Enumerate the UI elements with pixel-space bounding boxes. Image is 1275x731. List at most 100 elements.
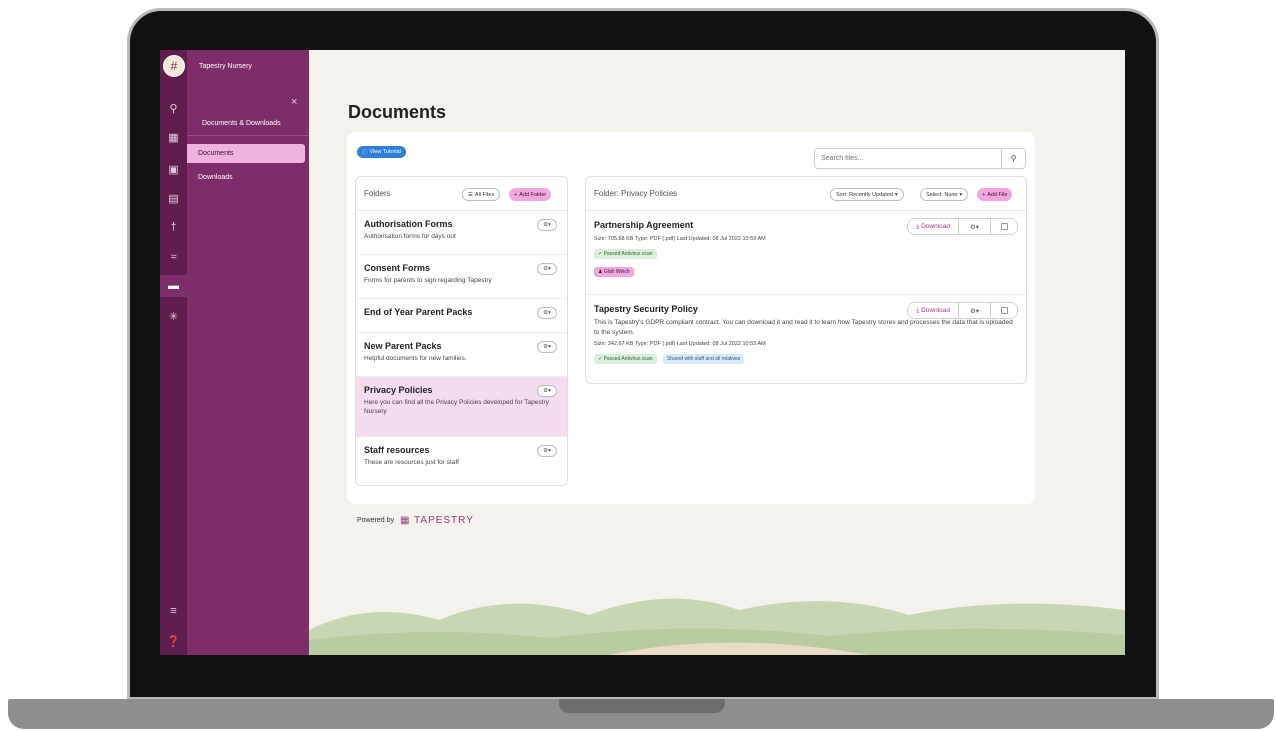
menu-heading: Documents & Downloads bbox=[202, 120, 281, 127]
user-badge-label: Glah Welch bbox=[603, 269, 630, 275]
caret-down-icon: ▾ bbox=[894, 191, 898, 198]
folder-name: End of Year Parent Packs bbox=[364, 307, 473, 317]
folder-description: Here you can find all the Privacy Polici… bbox=[364, 399, 549, 415]
note-icon[interactable]: ▤ bbox=[160, 187, 187, 209]
antivirus-badge-label: Passed Antivirus scan bbox=[603, 356, 653, 362]
folder-name: Authorisation Forms bbox=[364, 219, 453, 229]
all-files-label: All Files bbox=[474, 191, 495, 198]
folder-item-authorisation-forms[interactable]: Authorisation Forms Authorisation forms … bbox=[356, 211, 567, 255]
add-file-button[interactable]: + Add File bbox=[977, 188, 1013, 201]
settings-icon[interactable]: ✳ bbox=[160, 305, 187, 327]
files-header: Folder: Privacy Policies Sort: Recently … bbox=[586, 177, 1026, 211]
documents-card: ⓘ View Tutorial ⚲ Folders ☰ All Files + … bbox=[347, 132, 1035, 504]
sort-label: Sort: Recently Updated bbox=[836, 191, 893, 198]
tapestry-logo[interactable]: ▦ TAPESTRY bbox=[400, 515, 474, 526]
search-icon: ⚲ bbox=[1010, 154, 1017, 163]
folder-item-new-parent-packs[interactable]: New Parent Packs Helpful documents for n… bbox=[356, 333, 567, 377]
download-icon: ⤓ bbox=[916, 306, 920, 314]
folder-name: New Parent Packs bbox=[364, 341, 442, 351]
select-label: Select: None bbox=[926, 191, 958, 198]
folder-gear-button[interactable]: ⚙▾ bbox=[537, 219, 557, 231]
antivirus-badge: ✓ Passed Antivirus scan bbox=[594, 249, 657, 259]
caret-down-icon: ▾ bbox=[959, 191, 963, 198]
download-icon: ⤓ bbox=[916, 222, 920, 230]
calendar-icon[interactable]: ▦ bbox=[160, 126, 187, 148]
close-icon[interactable]: × bbox=[291, 96, 297, 108]
list-icon: ☰ bbox=[468, 191, 473, 198]
add-folder-button[interactable]: + Add Folder bbox=[509, 188, 552, 201]
file-item-tapestry-security-policy: Tapestry Security Policy This is Tapestr… bbox=[586, 295, 1026, 383]
view-tutorial-button[interactable]: ⓘ View Tutorial bbox=[357, 146, 406, 158]
add-folder-label: Add Folder bbox=[519, 191, 547, 198]
side-menu: Tapestry Nursery × Documents & Downloads… bbox=[187, 50, 309, 655]
folder-gear-button[interactable]: ⚙▾ bbox=[537, 307, 557, 319]
file-select-checkbox[interactable] bbox=[991, 219, 1017, 234]
page-title: Documents bbox=[348, 102, 447, 122]
all-files-button[interactable]: ☰ All Files bbox=[462, 188, 501, 201]
folder-description: Authorisation forms for days out bbox=[364, 233, 456, 240]
file-select-checkbox[interactable] bbox=[991, 303, 1017, 318]
info-icon: ⓘ bbox=[362, 150, 368, 156]
download-label: Download bbox=[921, 307, 950, 314]
folder-name: Consent Forms bbox=[364, 263, 431, 273]
file-item-partnership-agreement: Partnership Agreement Size: 705.58 KB Ty… bbox=[586, 211, 1026, 295]
search-box: ⚲ bbox=[814, 148, 1026, 169]
folder-description: Helpful documents for new families. bbox=[364, 355, 467, 362]
app-screen: # ⚲ ▦ ▣ ▤ † ≈ ▬ ✳ ≡ ❓ Tapestry Nursery ×… bbox=[160, 50, 1125, 655]
checkbox bbox=[1000, 307, 1008, 314]
file-gear-button[interactable]: ⚙▾ bbox=[959, 303, 991, 318]
file-description: This is Tapestry's GDPR compliant contra… bbox=[594, 319, 1013, 336]
download-label: Download bbox=[921, 223, 950, 230]
folder-gear-button[interactable]: ⚙▾ bbox=[537, 385, 557, 397]
folder-description: Forms for parents to sign regarding Tape… bbox=[364, 277, 492, 284]
powered-by: Powered by ▦ TAPESTRY bbox=[357, 515, 474, 526]
plus-icon: + bbox=[514, 191, 518, 198]
download-button[interactable]: ⤓ Download bbox=[908, 303, 959, 318]
folder-item-staff-resources[interactable]: Staff resources These are resources just… bbox=[356, 437, 567, 481]
icon-rail: # ⚲ ▦ ▣ ▤ † ≈ ▬ ✳ ≡ ❓ bbox=[160, 50, 187, 655]
folder-gear-button[interactable]: ⚙▾ bbox=[537, 341, 557, 353]
shared-badge: Shared with staff and all relatives bbox=[662, 354, 745, 364]
folder-icon[interactable]: ▬ bbox=[160, 275, 187, 297]
folder-name: Staff resources bbox=[364, 445, 430, 455]
folders-header: Folders ☰ All Files + Add Folder bbox=[356, 177, 567, 211]
user-badge: ♟ Glah Welch bbox=[594, 267, 634, 277]
folder-item-privacy-policies[interactable]: Privacy Policies Here you can find all t… bbox=[356, 377, 567, 437]
observation-icon[interactable]: ≈ bbox=[160, 246, 187, 268]
folder-gear-button[interactable]: ⚙▾ bbox=[537, 445, 557, 457]
files-panel: Folder: Privacy Policies Sort: Recently … bbox=[585, 176, 1027, 384]
folder-item-consent-forms[interactable]: Consent Forms Forms for parents to sign … bbox=[356, 255, 567, 299]
nursery-logo[interactable]: # bbox=[163, 55, 185, 77]
folders-title: Folders bbox=[364, 189, 391, 198]
folder-item-end-of-year-parent-packs[interactable]: End of Year Parent Packs ⚙▾ bbox=[356, 299, 567, 333]
laptop-notch bbox=[559, 699, 725, 713]
select-dropdown[interactable]: Select: None ▾ bbox=[920, 188, 969, 201]
file-actions: ⤓ Download ⚙▾ bbox=[907, 218, 1018, 235]
landscape-illustration bbox=[309, 598, 1125, 655]
folders-panel: Folders ☰ All Files + Add Folder Authori… bbox=[355, 176, 568, 486]
folder-gear-button[interactable]: ⚙▾ bbox=[537, 263, 557, 275]
search-icon[interactable]: ⚲ bbox=[160, 97, 187, 119]
powered-by-label: Powered by bbox=[357, 517, 394, 524]
antivirus-badge: ✓ Passed Antivirus scan bbox=[594, 354, 657, 364]
brand-name: Tapestry Nursery bbox=[199, 63, 252, 70]
sort-dropdown[interactable]: Sort: Recently Updated ▾ bbox=[830, 188, 904, 201]
help-icon[interactable]: ❓ bbox=[160, 630, 187, 652]
search-button[interactable]: ⚲ bbox=[1001, 149, 1025, 168]
id-card-icon[interactable]: ▣ bbox=[160, 158, 187, 180]
plus-icon: + bbox=[982, 191, 986, 198]
antivirus-badge-label: Passed Antivirus scan bbox=[603, 251, 653, 257]
search-input[interactable] bbox=[815, 149, 1001, 168]
download-button[interactable]: ⤓ Download bbox=[908, 219, 959, 234]
folder-description: These are resources just for staff bbox=[364, 459, 459, 466]
sliders-icon[interactable]: ≡ bbox=[160, 600, 187, 622]
folder-name: Privacy Policies bbox=[364, 385, 433, 395]
menu-divider bbox=[187, 135, 309, 136]
file-gear-button[interactable]: ⚙▾ bbox=[959, 219, 991, 234]
view-tutorial-label: View Tutorial bbox=[369, 149, 401, 155]
person-icon[interactable]: † bbox=[160, 216, 187, 238]
checkbox bbox=[1000, 223, 1008, 230]
file-actions: ⤓ Download ⚙▾ bbox=[907, 302, 1018, 319]
menu-item-downloads[interactable]: Downloads bbox=[187, 168, 305, 187]
menu-item-documents[interactable]: Documents bbox=[187, 144, 305, 163]
